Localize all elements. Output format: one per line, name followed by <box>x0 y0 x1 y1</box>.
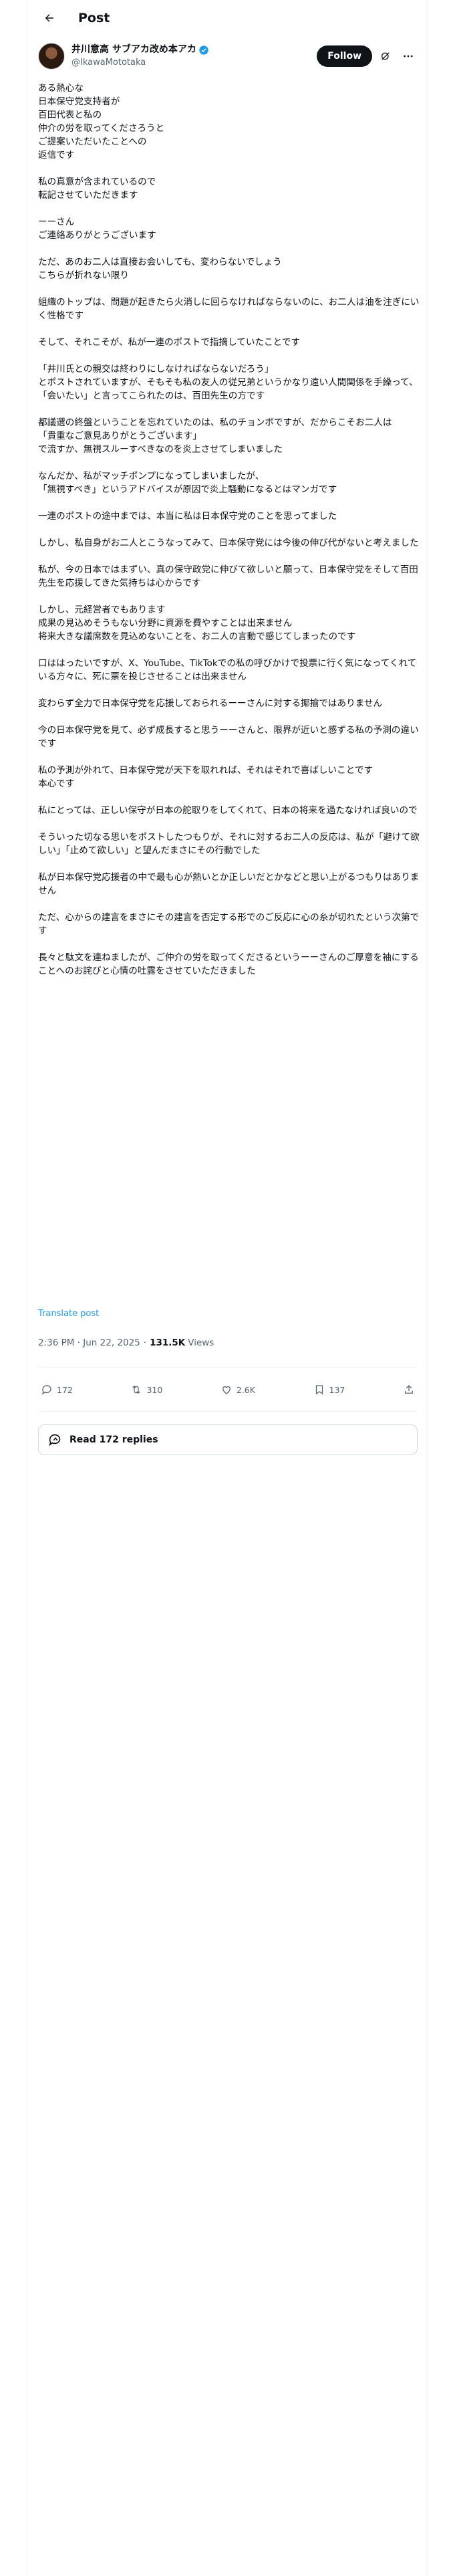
bookmark-icon <box>315 1385 323 1395</box>
post-meta: 2:36 PM · Jun 22, 2025 · 131.5K Views <box>38 1337 214 1348</box>
page-title: Post <box>78 11 110 25</box>
share-icon <box>405 1385 413 1394</box>
reply-icon <box>41 1385 51 1395</box>
display-name-row: 井川意高 サブアカ改め本アカ <box>71 43 209 56</box>
reply-button[interactable]: 172 <box>41 1384 73 1396</box>
back-arrow-icon <box>45 14 53 22</box>
display-name[interactable]: 井川意高 サブアカ改め本アカ <box>71 43 196 56</box>
divider <box>38 1367 418 1368</box>
repost-count: 310 <box>146 1384 163 1395</box>
speech-bubble-icon <box>49 1434 61 1446</box>
engagement-bar: 172 310 2.6K 137 <box>38 1378 418 1402</box>
post-body: ある熱心な 日本保守党支持者が 百田代表と私の 仲介の労を取ってくださろうと ご… <box>38 83 420 976</box>
more-button[interactable] <box>399 47 418 66</box>
bookmark-button[interactable]: 137 <box>313 1384 345 1396</box>
repost-button[interactable]: 310 <box>130 1384 162 1396</box>
author-actions: Follow <box>317 45 418 67</box>
post-detail-column: Post 井川意高 サブアカ改め本アカ @IkawaMototaka Follo… <box>27 0 428 2576</box>
author-handle[interactable]: @IkawaMototaka <box>71 56 209 69</box>
like-count: 2.6K <box>236 1384 255 1395</box>
read-replies-label: Read 172 replies <box>69 1434 158 1445</box>
post-time[interactable]: 2:36 PM · Jun 22, 2025 <box>38 1337 140 1348</box>
repost-icon <box>132 1385 141 1394</box>
views-label: Views <box>188 1337 214 1348</box>
share-button[interactable] <box>403 1384 415 1396</box>
like-icon <box>222 1386 231 1394</box>
like-button[interactable]: 2.6K <box>220 1384 255 1396</box>
verified-badge-icon <box>198 45 209 56</box>
post-author: 井川意高 サブアカ改め本アカ @IkawaMototaka Follow <box>38 41 418 71</box>
bookmark-count: 137 <box>329 1384 345 1395</box>
grok-button[interactable] <box>376 47 395 66</box>
top-bar: Post <box>27 0 428 36</box>
divider <box>38 1411 418 1412</box>
back-button[interactable] <box>38 7 61 29</box>
read-replies-button[interactable]: Read 172 replies <box>38 1424 418 1455</box>
avatar[interactable] <box>38 43 65 70</box>
reply-count: 172 <box>57 1384 73 1395</box>
translate-post-link[interactable]: Translate post <box>38 1309 99 1319</box>
follow-button[interactable]: Follow <box>317 45 372 67</box>
author-names: 井川意高 サブアカ改め本アカ @IkawaMototaka <box>71 43 209 69</box>
meta-separator: · <box>143 1337 147 1348</box>
grok-icon <box>382 52 390 60</box>
views-count: 131.5K <box>150 1337 186 1348</box>
more-icon <box>404 55 413 58</box>
